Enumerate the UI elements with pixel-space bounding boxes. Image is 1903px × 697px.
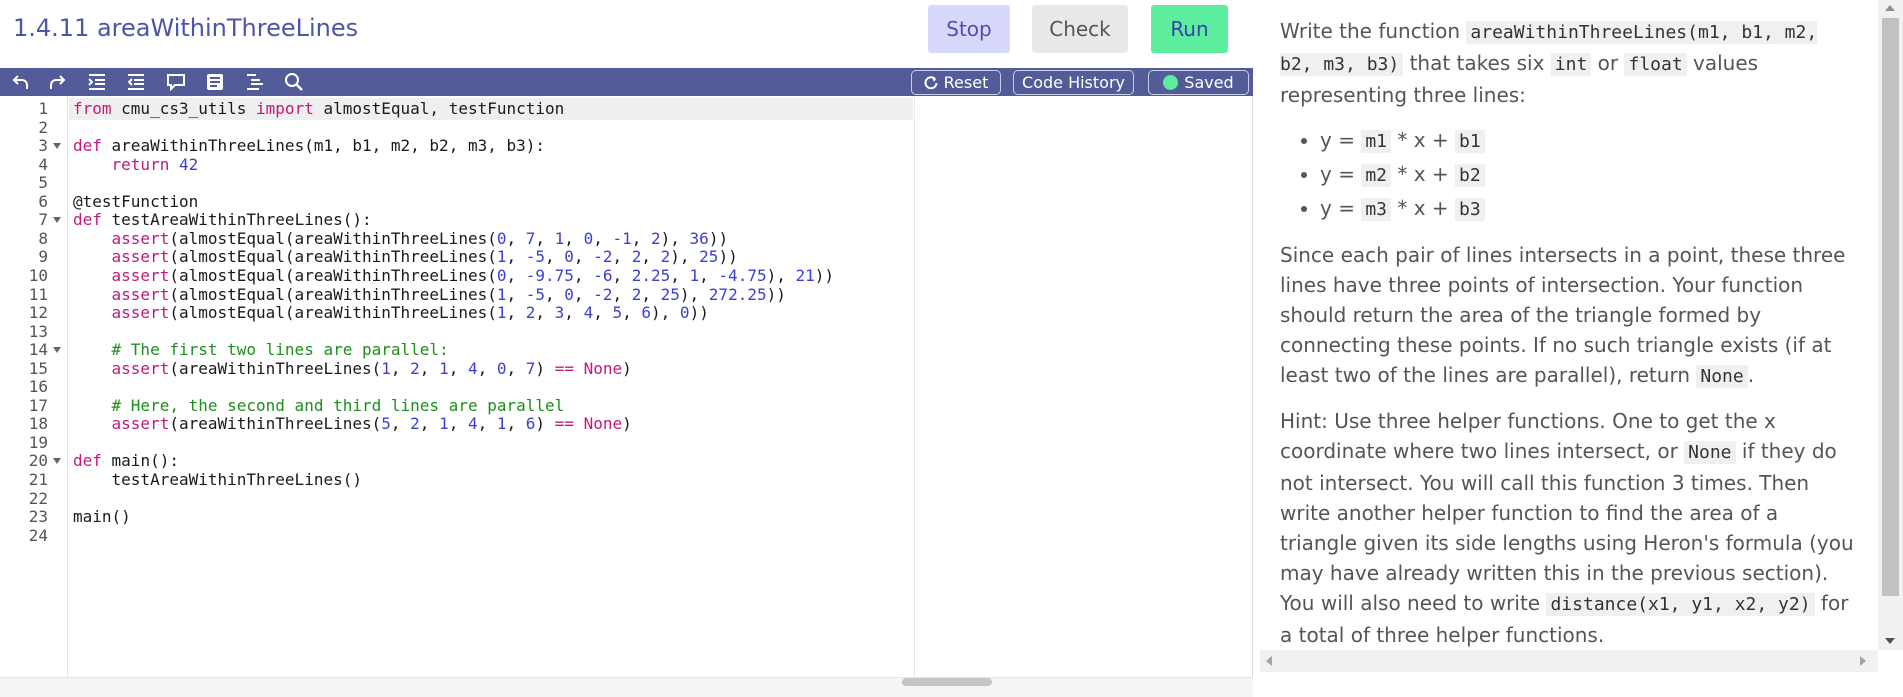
saved-label: Saved — [1184, 73, 1234, 92]
undo-icon[interactable] — [6, 68, 36, 96]
code-history-button[interactable]: Code History — [1013, 70, 1134, 95]
search-icon[interactable] — [279, 68, 309, 96]
fold-toggle-icon[interactable] — [53, 458, 61, 465]
editor-horizontal-scrollbar[interactable] — [0, 677, 1253, 697]
fold-toggle-icon[interactable] — [53, 143, 61, 150]
code-line[interactable]: 24 — [0, 525, 914, 547]
line-equations-list: y = m1 * x + b1 y = m2 * x + b2 y = m3 *… — [1320, 124, 1856, 226]
format-icon[interactable] — [200, 68, 230, 96]
scroll-down-icon[interactable] — [1885, 638, 1895, 644]
instructions-vertical-scrollbar[interactable] — [1878, 0, 1903, 650]
stop-button[interactable]: Stop — [928, 5, 1010, 53]
reset-label: Reset — [943, 73, 989, 92]
inline-code: distance(x1, y1, x2, y2) — [1546, 593, 1815, 616]
refresh-icon — [924, 75, 938, 89]
saved-indicator-icon — [1163, 75, 1179, 90]
code-editor[interactable]: 1 from cmu_cs3_utils import almostEqual, … — [0, 96, 1253, 677]
redo-icon[interactable] — [42, 68, 72, 96]
fold-toggle-icon[interactable] — [53, 217, 61, 224]
instructions-scroll-thumb[interactable] — [1882, 18, 1899, 596]
fold-toggle-icon[interactable] — [53, 347, 61, 354]
inline-code: None — [1696, 365, 1748, 388]
scroll-left-icon[interactable] — [1266, 656, 1272, 666]
scroll-right-icon[interactable] — [1860, 656, 1866, 666]
inline-code: int — [1550, 53, 1592, 76]
list-item: y = m1 * x + b1 — [1320, 124, 1856, 158]
outdent-icon[interactable] — [121, 68, 151, 96]
list-item: y = m2 * x + b2 — [1320, 158, 1856, 192]
inline-code: float — [1624, 53, 1687, 76]
saved-status: Saved — [1148, 70, 1249, 95]
print-margin — [914, 96, 915, 677]
reset-button[interactable]: Reset — [911, 70, 1001, 95]
inline-code: None — [1684, 441, 1736, 464]
instructions-panel: Write the function areaWithinThreeLines(… — [1260, 0, 1878, 650]
instructions-horizontal-scrollbar[interactable] — [1260, 650, 1878, 672]
instructions-intro: Write the function areaWithinThreeLines(… — [1280, 19, 1818, 107]
header-bar: 1.4.11 areaWithinThreeLines Stop Check R… — [0, 0, 1253, 68]
comment-icon[interactable] — [161, 68, 191, 96]
scroll-up-icon[interactable] — [1885, 5, 1895, 11]
editor-scroll-thumb[interactable] — [902, 678, 992, 686]
problem-title: 1.4.11 areaWithinThreeLines — [13, 14, 359, 42]
editor-toolbar: Reset Code History Saved — [0, 68, 1253, 96]
instructions-hint: Hint: Use three helper functions. One to… — [1280, 409, 1854, 647]
check-button[interactable]: Check — [1032, 5, 1128, 53]
instructions-description: Since each pair of lines intersects in a… — [1280, 243, 1846, 388]
indent-icon[interactable] — [82, 68, 112, 96]
list-item: y = m3 * x + b3 — [1320, 192, 1856, 226]
run-button[interactable]: Run — [1151, 5, 1228, 53]
list-icon[interactable] — [240, 68, 270, 96]
line-number: 24 — [28, 525, 48, 545]
